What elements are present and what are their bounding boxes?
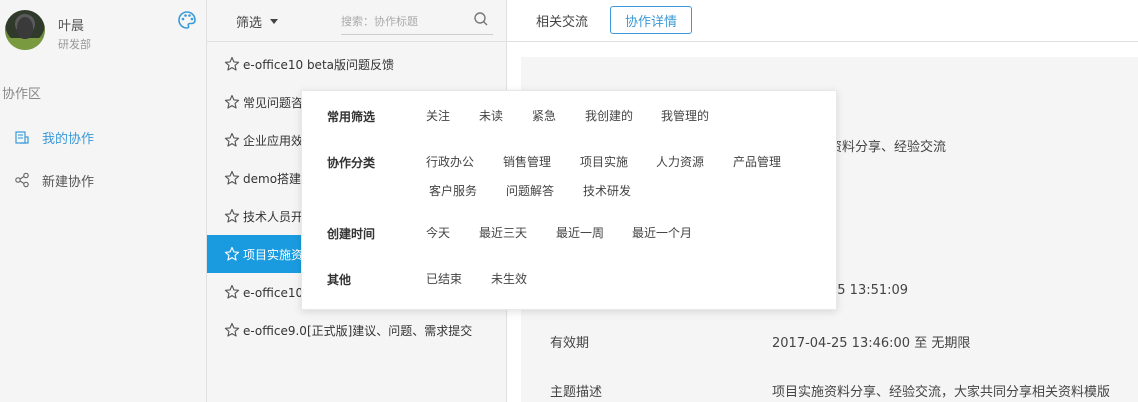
tab-bar: 相关交流 协作详情 xyxy=(507,0,1138,42)
detail-subject: 资料分享、经验交流 xyxy=(829,140,947,155)
search-icon[interactable] xyxy=(473,11,489,27)
detail-created-time: 25 13:51:09 xyxy=(829,283,909,298)
filter-option[interactable]: 产品管理 xyxy=(733,153,781,170)
star-icon[interactable] xyxy=(224,284,240,300)
filter-option[interactable]: 我管理的 xyxy=(661,107,709,124)
filter-option[interactable]: 最近一个月 xyxy=(632,224,692,241)
filter-option[interactable]: 最近一周 xyxy=(556,224,604,241)
user-name: 叶晨 xyxy=(58,19,85,34)
filter-option[interactable]: 问题解答 xyxy=(506,182,554,199)
filter-row-label: 其他 xyxy=(327,273,352,287)
filter-option[interactable]: 行政办公 xyxy=(426,153,474,170)
list-item-title: e-office9.0[正式版]建议、问题、需求提交 xyxy=(243,323,473,338)
search-input[interactable] xyxy=(341,11,466,31)
filter-option[interactable]: 技术研发 xyxy=(583,182,631,199)
caret-down-icon xyxy=(270,19,279,24)
filter-row-label: 常用筛选 xyxy=(327,110,376,124)
sidebar-item-label: 我的协作 xyxy=(42,131,95,147)
filter-option[interactable]: 最近三天 xyxy=(479,224,527,241)
list-toolbar: 筛选 xyxy=(207,0,507,42)
avatar[interactable] xyxy=(5,10,45,50)
collab-icon xyxy=(15,131,29,144)
filter-label: 筛选 xyxy=(236,16,263,31)
validity-label: 有效期 xyxy=(550,336,590,351)
sidebar-item-new-collab[interactable]: 新建协作 xyxy=(14,170,194,190)
filter-option[interactable]: 人力资源 xyxy=(656,153,704,170)
filter-option[interactable]: 未生效 xyxy=(491,270,527,287)
filter-option[interactable]: 关注 xyxy=(426,107,450,124)
list-item[interactable]: e-office9.0[正式版]建议、问题、需求提交 xyxy=(207,311,507,349)
filter-option[interactable]: 项目实施 xyxy=(580,153,628,170)
filter-option[interactable]: 我创建的 xyxy=(585,107,633,124)
share-icon xyxy=(15,172,29,188)
star-icon[interactable] xyxy=(224,208,240,224)
tab-collab-detail[interactable]: 协作详情 xyxy=(610,6,693,34)
filter-option[interactable]: 未读 xyxy=(479,107,503,124)
description-label: 主题描述 xyxy=(550,385,603,400)
filter-option[interactable]: 紧急 xyxy=(532,107,556,124)
filter-option[interactable]: 销售管理 xyxy=(503,153,551,170)
palette-icon[interactable] xyxy=(177,10,197,30)
star-icon[interactable] xyxy=(224,94,240,110)
star-icon[interactable] xyxy=(224,246,240,262)
left-sidebar: 叶晨 研发部 协作区 我的协作 新建协作 xyxy=(0,0,207,402)
sidebar-item-my-collab[interactable]: 我的协作 xyxy=(14,127,194,147)
star-icon[interactable] xyxy=(224,132,240,148)
search-box xyxy=(341,7,493,35)
star-icon[interactable] xyxy=(224,322,240,338)
list-item-title: e-office10 beta版问题反馈 xyxy=(243,57,395,72)
filter-button[interactable]: 筛选 xyxy=(236,12,279,31)
section-title: 协作区 xyxy=(2,87,42,102)
user-profile: 叶晨 研发部 xyxy=(5,10,205,54)
filter-row-label: 协作分类 xyxy=(327,156,376,170)
filter-option[interactable]: 今天 xyxy=(426,224,450,241)
star-icon[interactable] xyxy=(224,170,240,186)
sidebar-item-label: 新建协作 xyxy=(42,174,95,190)
filter-row-label: 创建时间 xyxy=(327,227,376,241)
filter-dropdown: 常用筛选 关注 未读 紧急 我创建的 我管理的 协作分类 行政办公 销售管理 项… xyxy=(301,90,837,310)
validity-value: 2017-04-25 13:46:00 至 无期限 xyxy=(772,336,971,351)
description-value: 项目实施资料分享、经验交流，大家共同分享相关资料模版 xyxy=(772,385,1111,400)
list-item[interactable]: e-office10 beta版问题反馈 xyxy=(207,45,507,83)
filter-option[interactable]: 客户服务 xyxy=(429,182,477,199)
filter-option[interactable]: 已结束 xyxy=(426,270,462,287)
star-icon[interactable] xyxy=(224,56,240,72)
user-department: 研发部 xyxy=(58,38,91,51)
tab-related-discussion[interactable]: 相关交流 xyxy=(522,6,602,34)
